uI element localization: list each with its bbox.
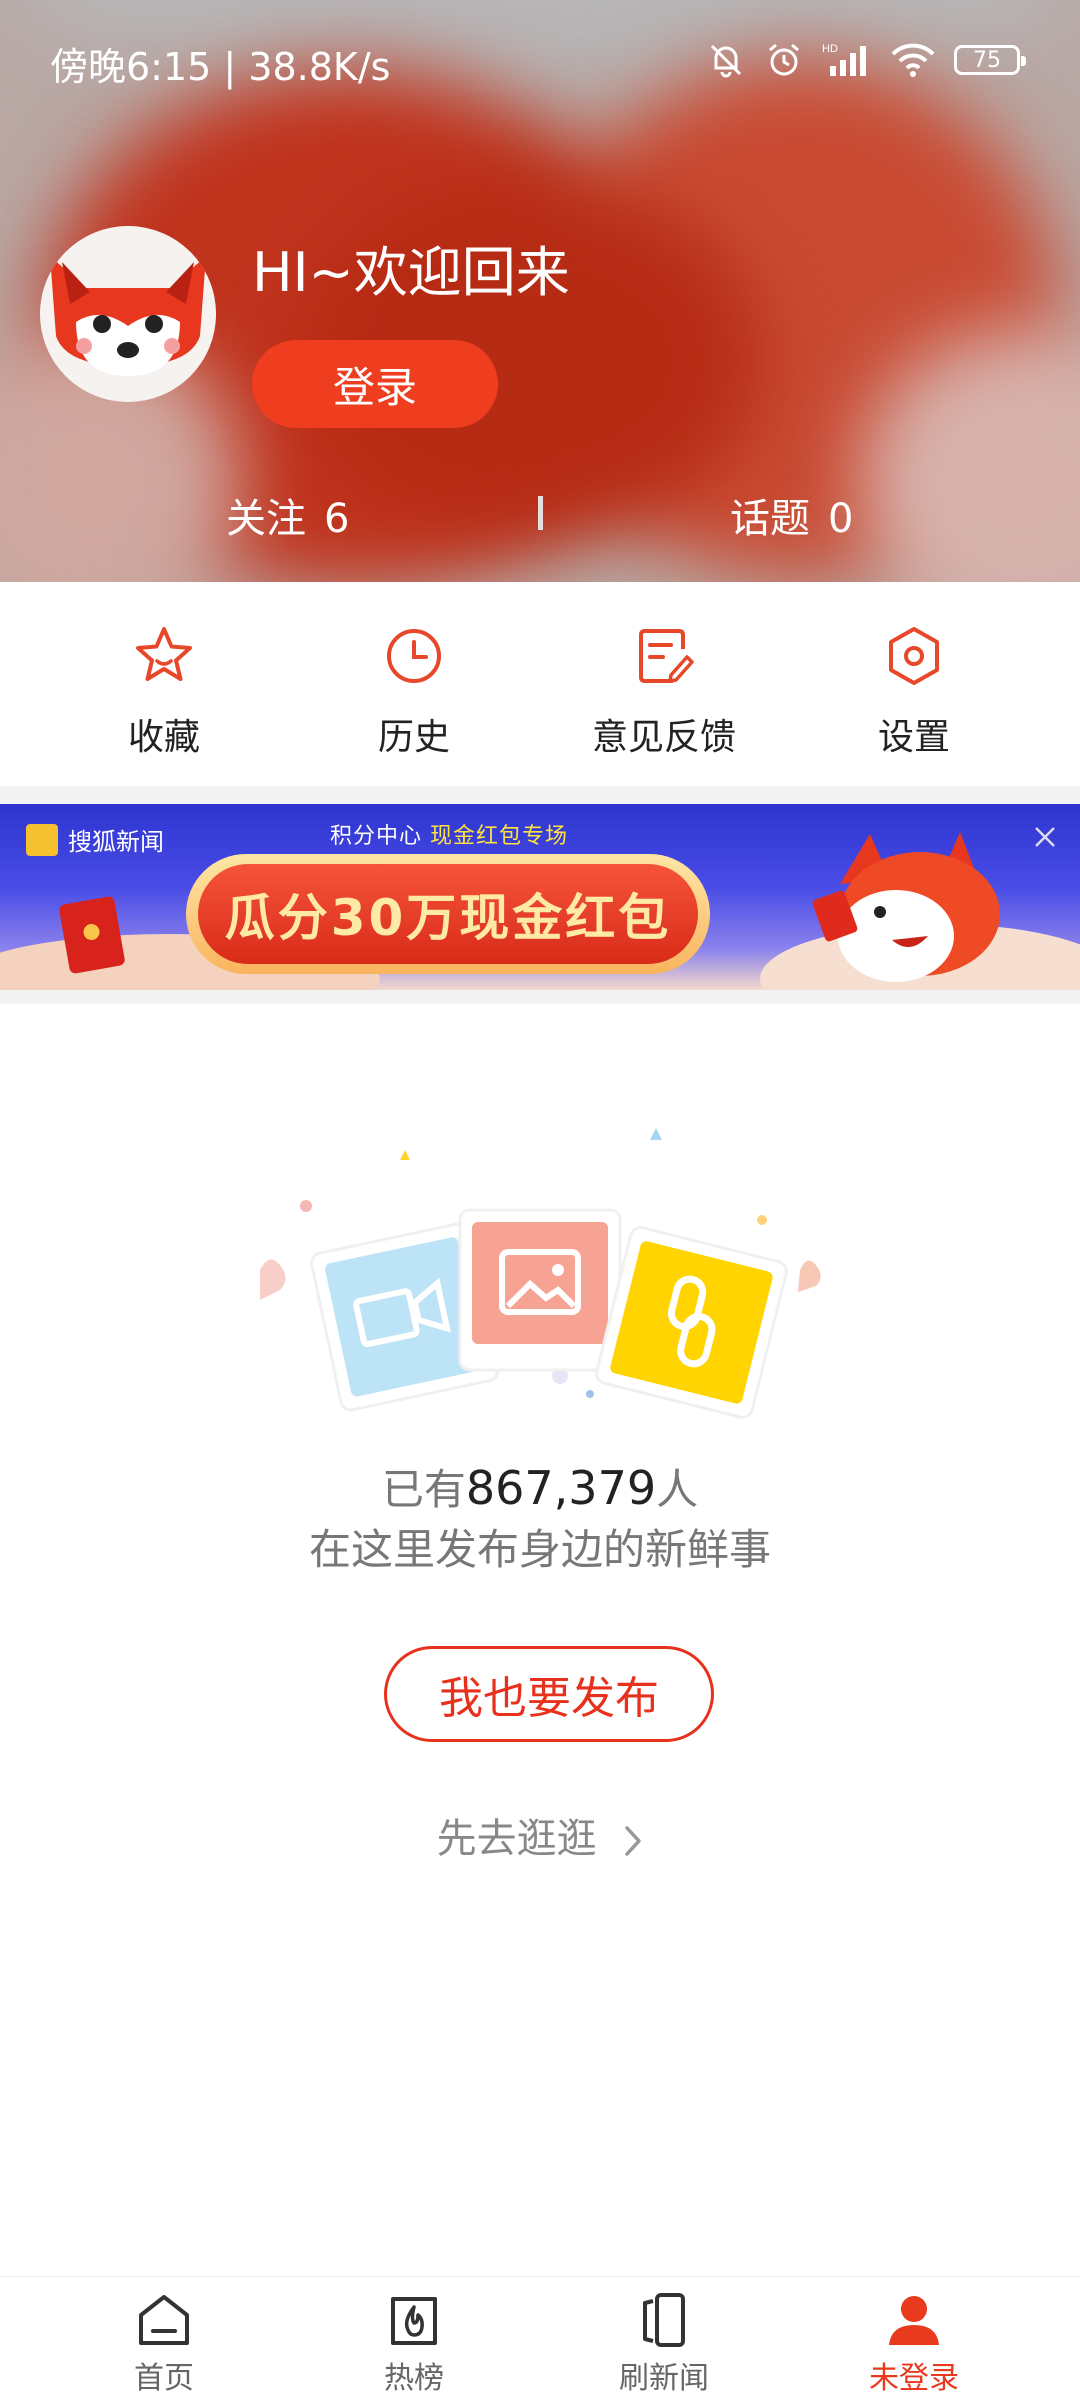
publish-button[interactable]: 我也要发布 <box>384 1646 714 1742</box>
sohu-logo-icon <box>26 823 58 856</box>
hot-list-icon <box>391 2297 437 2345</box>
banner-subtitle-prefix: 积分中心 <box>330 824 423 849</box>
topic-count: 0 <box>828 496 854 542</box>
red-envelope-icon <box>58 895 126 975</box>
profile-header: 傍晚6:15 | 38.8K/s HD 75 HI~欢迎回来 登录 关注 6 话… <box>0 0 1080 582</box>
follow-label: 关注 <box>226 496 306 542</box>
topic-stat[interactable]: 话题 0 <box>730 486 853 544</box>
favorites-action[interactable]: 收藏 <box>64 622 264 760</box>
follow-count: 6 <box>324 496 350 542</box>
favorites-label: 收藏 <box>127 717 200 758</box>
banner-brand: 搜狐新闻 <box>26 822 164 857</box>
banner-brand-text: 搜狐新闻 <box>68 828 164 856</box>
feedback-action[interactable]: 意见反馈 <box>564 622 764 760</box>
wifi-icon <box>891 43 935 77</box>
signal-icon: HD <box>822 43 866 76</box>
count-suffix: 人 <box>656 1465 699 1514</box>
follow-stat[interactable]: 关注 6 <box>226 486 349 544</box>
banner-headline: 瓜分30万现金红包 <box>198 864 698 964</box>
user-icon <box>889 2296 939 2345</box>
nav-refresh-news-label: 刷新闻 <box>619 2361 709 2396</box>
welcome-text: HI~欢迎回来 <box>252 241 570 304</box>
fox-mascot-icon <box>812 832 1000 982</box>
nav-refresh-news[interactable]: 刷新闻 <box>564 2289 764 2397</box>
battery-indicator: 75 <box>954 45 1026 75</box>
banner-subtitle-highlight: 现金红包专场 <box>430 824 569 849</box>
promo-banner[interactable]: 搜狐新闻 积分中心 现金红包专场 瓜分30万现金红包 <box>0 804 1080 990</box>
settings-label: 设置 <box>877 717 950 758</box>
count-prefix: 已有 <box>381 1465 466 1514</box>
topic-label: 话题 <box>730 496 810 542</box>
status-icons: HD 75 <box>706 36 1026 84</box>
home-icon <box>139 2295 189 2345</box>
history-label: 历史 <box>377 717 450 758</box>
history-action[interactable]: 历史 <box>314 622 514 760</box>
nav-hot-list[interactable]: 热榜 <box>314 2289 514 2397</box>
close-icon[interactable] <box>1030 822 1060 852</box>
empty-state-description: 在这里发布身边的新鲜事 <box>308 1525 771 1574</box>
status-bar: 傍晚6:15 | 38.8K/s HD 75 <box>0 0 1080 120</box>
banner-subtitle: 积分中心 现金红包专场 <box>330 818 568 850</box>
mute-bell-icon <box>710 44 742 78</box>
browse-link[interactable]: 先去逛逛 <box>0 1806 1080 1864</box>
svg-text:HD: HD <box>822 43 838 55</box>
quick-actions: 收藏 历史 意见反馈 设置 <box>0 582 1080 786</box>
clock-icon <box>387 629 441 683</box>
star-icon <box>136 627 192 681</box>
feedback-label: 意见反馈 <box>591 717 736 758</box>
bottom-nav: 首页 热榜 刷新闻 未登录 <box>0 2276 1080 2401</box>
section-divider <box>0 786 1080 804</box>
nav-me-label: 未登录 <box>869 2361 959 2396</box>
avatar[interactable] <box>40 226 216 402</box>
settings-action[interactable]: 设置 <box>814 622 1014 760</box>
nav-hot-list-label: 热榜 <box>384 2361 444 2396</box>
feedback-icon <box>639 629 694 683</box>
settings-icon <box>889 627 939 685</box>
status-time: 傍晚6:15 | 38.8K/s <box>50 45 391 89</box>
publish-illustration <box>260 1128 821 1419</box>
user-count: 867,379 <box>465 1461 657 1515</box>
nav-home-label: 首页 <box>134 2361 194 2396</box>
user-count-line: 已有867,379人 <box>0 1456 1080 1517</box>
nav-me[interactable]: 未登录 <box>814 2289 1014 2397</box>
chevron-right-icon <box>625 1826 642 1856</box>
cards-icon <box>643 2293 685 2347</box>
alarm-icon <box>769 43 799 76</box>
fox-avatar-icon <box>40 226 216 402</box>
section-divider <box>0 990 1080 1004</box>
stat-divider <box>538 496 543 530</box>
browse-label: 先去逛逛 <box>436 1816 597 1862</box>
nav-home[interactable]: 首页 <box>64 2289 264 2397</box>
login-button[interactable]: 登录 <box>252 340 498 428</box>
